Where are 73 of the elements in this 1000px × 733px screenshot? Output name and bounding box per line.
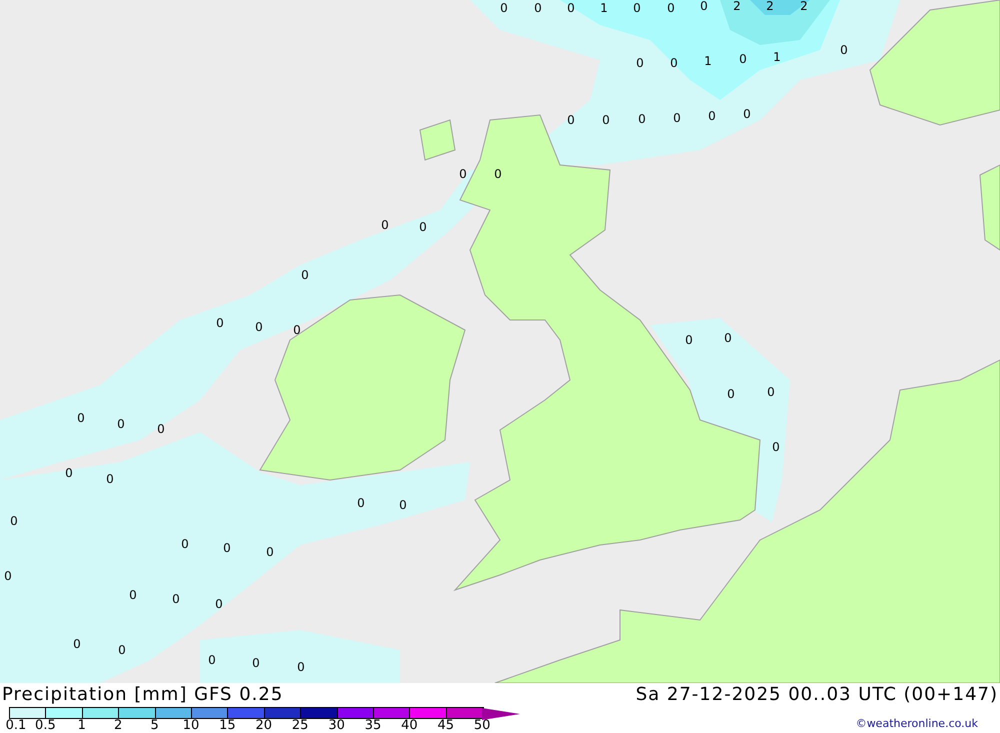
precipitation-value: 0 xyxy=(10,515,18,528)
precipitation-value: 0 xyxy=(602,114,610,127)
scale-label: 35 xyxy=(364,718,382,733)
precipitation-value: 0 xyxy=(118,644,126,657)
scale-label: 30 xyxy=(328,718,345,733)
scale-label: 15 xyxy=(219,718,236,733)
precipitation-value: 0 xyxy=(673,112,681,125)
scale-label: 2 xyxy=(114,718,122,733)
precipitation-value: 0 xyxy=(700,0,708,13)
precipitation-value: 0 xyxy=(223,542,231,555)
scale-label: 45 xyxy=(438,718,454,733)
precipitation-value: 0 xyxy=(708,110,716,123)
precipitation-value: 0 xyxy=(727,388,735,401)
precipitation-value: 0 xyxy=(685,334,693,347)
precipitation-value: 1 xyxy=(600,2,608,15)
precipitation-value: 0 xyxy=(534,2,542,15)
precipitation-value: 0 xyxy=(670,57,678,70)
precipitation-value: 1 xyxy=(704,55,712,68)
precipitation-value: 0 xyxy=(129,589,137,602)
credit-link[interactable]: ©weatheronline.co.uk xyxy=(856,717,978,730)
precipitation-value: 0 xyxy=(399,499,407,512)
scale-label: 1 xyxy=(78,718,86,733)
precipitation-value: 0 xyxy=(301,269,309,282)
precipitation-value: 0 xyxy=(266,546,274,559)
precipitation-value: 0 xyxy=(357,497,365,510)
scale-label: 25 xyxy=(292,718,308,733)
precipitation-value: 0 xyxy=(252,657,260,670)
precipitation-value: 0 xyxy=(181,538,189,551)
precipitation-value: 0 xyxy=(117,418,125,431)
precipitation-value: 0 xyxy=(77,412,85,425)
precipitation-value: 0 xyxy=(667,2,675,15)
precipitation-value: 0 xyxy=(297,661,305,674)
scale-label: 10 xyxy=(182,718,200,733)
scale-label: 0.1 xyxy=(6,718,26,733)
precipitation-value: 1 xyxy=(773,51,781,64)
scale-label: 0.5 xyxy=(35,718,56,733)
precipitation-value: 0 xyxy=(419,221,427,234)
precipitation-value: 0 xyxy=(494,168,502,181)
scale-label: 40 xyxy=(401,718,418,733)
precipitation-value: 0 xyxy=(459,168,467,181)
forecast-time: Sa 27-12-2025 00..03 UTC (00+147) xyxy=(636,683,998,707)
chart-title: Precipitation [mm] GFS 0.25 xyxy=(2,683,284,707)
precipitation-value: 0 xyxy=(65,467,73,480)
scale-label: 50 xyxy=(474,718,490,733)
scale-label: 5 xyxy=(150,718,159,733)
precipitation-value: 0 xyxy=(567,114,575,127)
scale-arrow-icon xyxy=(482,707,520,721)
precipitation-value: 0 xyxy=(636,57,644,70)
precipitation-value: 0 xyxy=(767,386,775,399)
precipitation-value: 0 xyxy=(4,570,12,583)
precipitation-value: 0 xyxy=(216,317,224,330)
precipitation-value: 0 xyxy=(724,332,732,345)
precipitation-value: 0 xyxy=(157,423,165,436)
precipitation-value: 0 xyxy=(106,473,114,486)
precipitation-value: 0 xyxy=(381,219,389,232)
precipitation-value: 0 xyxy=(208,654,216,667)
scale-label: 20 xyxy=(256,718,272,733)
precipitation-value: 2 xyxy=(800,0,808,13)
precipitation-value: 0 xyxy=(255,321,263,334)
precipitation-value: 0 xyxy=(172,593,180,606)
precipitation-value: 0 xyxy=(567,2,575,15)
precipitation-value: 0 xyxy=(840,44,848,57)
precipitation-value: 0 xyxy=(743,108,751,121)
precipitation-value: 0 xyxy=(633,2,641,15)
precipitation-value: 0 xyxy=(73,638,81,651)
precipitation-value: 2 xyxy=(733,0,741,13)
precipitation-value: 0 xyxy=(772,441,780,454)
precipitation-value: 0 xyxy=(500,2,508,15)
precipitation-value: 2 xyxy=(766,0,774,13)
precipitation-value: 0 xyxy=(215,598,223,611)
precipitation-value: 0 xyxy=(293,324,301,337)
precipitation-value: 0 xyxy=(739,53,747,66)
precipitation-value: 0 xyxy=(638,113,646,126)
